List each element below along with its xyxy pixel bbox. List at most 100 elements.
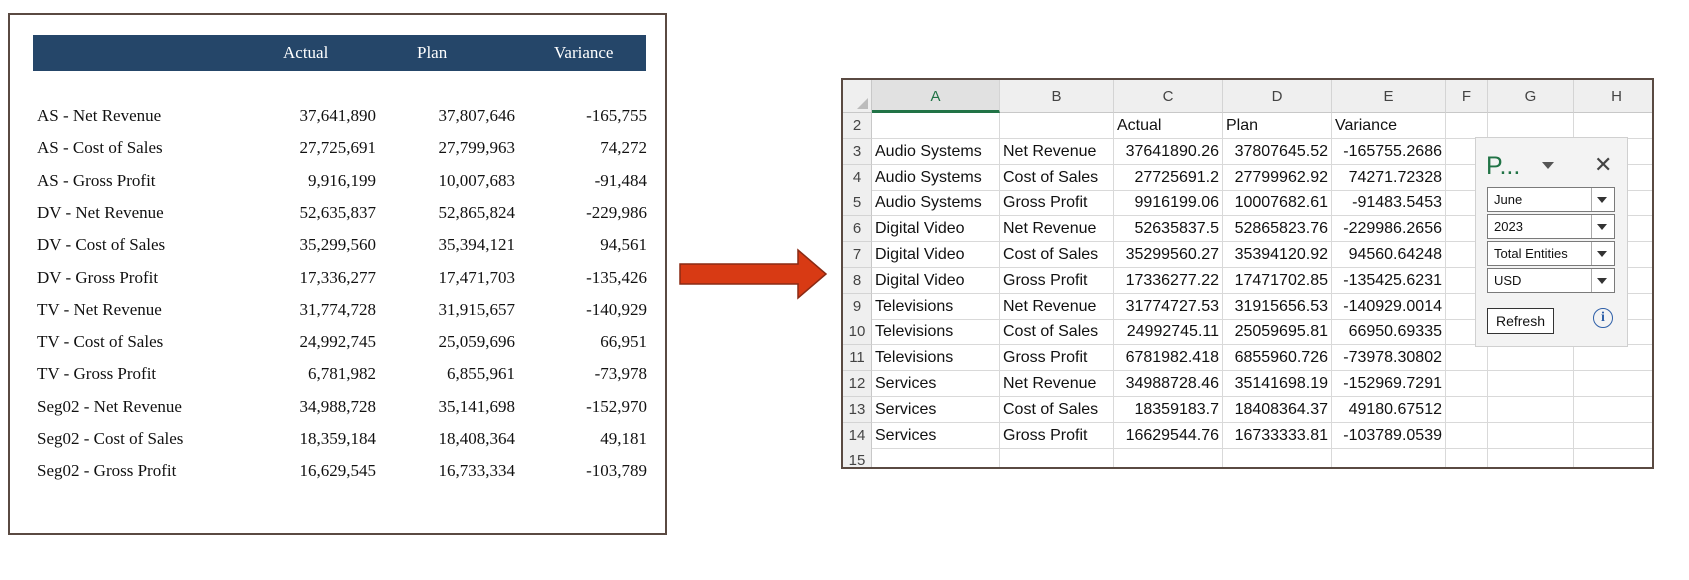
cell[interactable] — [1332, 448, 1446, 467]
cell[interactable] — [1446, 345, 1488, 372]
month-dropdown-button[interactable] — [1591, 188, 1614, 211]
cell[interactable]: 18359183.7 — [1114, 396, 1223, 423]
cell[interactable]: Televisions — [872, 293, 1000, 320]
cell[interactable]: Net Revenue — [1000, 293, 1114, 320]
cell[interactable] — [1446, 422, 1488, 449]
cell[interactable]: -91483.5453 — [1332, 190, 1446, 217]
cell[interactable] — [1446, 113, 1488, 139]
cell[interactable] — [1000, 113, 1114, 139]
cell[interactable]: 6781982.418 — [1114, 345, 1223, 372]
cell[interactable]: Services — [872, 396, 1000, 423]
row-header[interactable]: 11 — [843, 345, 872, 372]
cell[interactable]: Televisions — [872, 345, 1000, 372]
column-header-f[interactable]: F — [1446, 80, 1488, 113]
cell[interactable] — [1574, 397, 1652, 423]
column-header-c[interactable]: C — [1114, 80, 1223, 113]
cell[interactable]: Variance — [1332, 113, 1446, 139]
entity-dropdown-button[interactable] — [1591, 242, 1614, 265]
cell[interactable] — [1446, 448, 1488, 467]
cell[interactable]: 74271.72328 — [1332, 164, 1446, 191]
cell[interactable]: 25059695.81 — [1223, 319, 1332, 346]
cell[interactable]: Digital Video — [872, 242, 1000, 268]
cell[interactable]: Televisions — [872, 319, 1000, 346]
column-header-b[interactable]: B — [1000, 80, 1114, 113]
cell[interactable]: 17471702.85 — [1223, 267, 1332, 294]
cell[interactable]: 37807645.52 — [1223, 138, 1332, 165]
cell[interactable] — [1488, 396, 1574, 423]
cell[interactable]: 24992745.11 — [1114, 319, 1223, 346]
cell[interactable]: 31915656.53 — [1223, 293, 1332, 320]
cell[interactable]: 9916199.06 — [1114, 190, 1223, 217]
row-header[interactable]: 8 — [843, 267, 872, 294]
cell[interactable] — [1488, 371, 1574, 397]
currency-dropdown[interactable]: USD — [1487, 268, 1615, 293]
cell[interactable]: 27725691.2 — [1114, 164, 1223, 191]
cell[interactable] — [1574, 113, 1652, 139]
cell[interactable]: 10007682.61 — [1223, 190, 1332, 217]
cell[interactable]: Digital Video — [872, 267, 1000, 294]
refresh-button[interactable]: Refresh — [1487, 308, 1554, 334]
pane-menu-caret-icon[interactable] — [1542, 162, 1554, 169]
cell[interactable]: Actual — [1114, 113, 1223, 139]
cell[interactable]: 16629544.76 — [1114, 422, 1223, 449]
row-header[interactable]: 2 — [843, 113, 872, 139]
row-header[interactable]: 6 — [843, 216, 872, 243]
month-dropdown[interactable]: June — [1487, 187, 1615, 212]
row-header[interactable]: 14 — [843, 422, 872, 449]
info-icon[interactable]: i — [1593, 308, 1613, 328]
cell[interactable]: 35141698.19 — [1223, 371, 1332, 397]
cell[interactable]: -229986.2656 — [1332, 216, 1446, 243]
cell[interactable]: 37641890.26 — [1114, 138, 1223, 165]
row-header[interactable]: 7 — [843, 242, 872, 268]
cell[interactable]: Cost of Sales — [1000, 319, 1114, 346]
cell[interactable]: 6855960.726 — [1223, 345, 1332, 372]
cell[interactable]: 66950.69335 — [1332, 319, 1446, 346]
row-header[interactable]: 4 — [843, 164, 872, 191]
cell[interactable]: Digital Video — [872, 216, 1000, 243]
column-header-d[interactable]: D — [1223, 80, 1332, 113]
column-header-h[interactable]: H — [1574, 80, 1652, 113]
cell[interactable] — [1114, 448, 1223, 467]
cell[interactable]: 34988728.46 — [1114, 371, 1223, 397]
column-header-a[interactable]: A — [872, 80, 1000, 113]
cell[interactable]: -165755.2686 — [1332, 138, 1446, 165]
cell[interactable]: -73978.30802 — [1332, 345, 1446, 372]
cell[interactable]: -140929.0014 — [1332, 293, 1446, 320]
cell[interactable] — [1574, 345, 1652, 372]
cell[interactable]: 49180.67512 — [1332, 396, 1446, 423]
cell[interactable] — [1488, 448, 1574, 467]
cell[interactable]: Gross Profit — [1000, 422, 1114, 449]
cell[interactable]: -152969.7291 — [1332, 371, 1446, 397]
row-header[interactable]: 13 — [843, 396, 872, 423]
cell[interactable] — [1000, 448, 1114, 467]
cell[interactable]: 31774727.53 — [1114, 293, 1223, 320]
column-header-e[interactable]: E — [1332, 80, 1446, 113]
cell[interactable]: 27799962.92 — [1223, 164, 1332, 191]
cell[interactable] — [1488, 345, 1574, 372]
select-all-corner[interactable] — [843, 80, 872, 113]
cell[interactable]: Audio Systems — [872, 164, 1000, 191]
row-header[interactable]: 10 — [843, 319, 872, 346]
row-header[interactable]: 5 — [843, 190, 872, 217]
cell[interactable] — [1446, 396, 1488, 423]
cell[interactable]: 18408364.37 — [1223, 396, 1332, 423]
cell[interactable] — [872, 113, 1000, 139]
cell[interactable] — [1488, 113, 1574, 139]
row-header[interactable]: 9 — [843, 293, 872, 320]
cell[interactable]: Net Revenue — [1000, 216, 1114, 243]
cell[interactable]: 35299560.27 — [1114, 242, 1223, 268]
cell[interactable]: Gross Profit — [1000, 345, 1114, 372]
cell[interactable]: 52865823.76 — [1223, 216, 1332, 243]
pane-title[interactable]: P... — [1486, 152, 1520, 181]
cell[interactable] — [872, 448, 1000, 467]
cell[interactable]: 35394120.92 — [1223, 242, 1332, 268]
cell[interactable]: Cost of Sales — [1000, 242, 1114, 268]
cell[interactable] — [1446, 371, 1488, 397]
cell[interactable]: 94560.64248 — [1332, 242, 1446, 268]
cell[interactable]: Net Revenue — [1000, 371, 1114, 397]
cell[interactable]: -103789.0539 — [1332, 422, 1446, 449]
cell[interactable]: Cost of Sales — [1000, 164, 1114, 191]
cell[interactable]: 52635837.5 — [1114, 216, 1223, 243]
cell[interactable]: Audio Systems — [872, 138, 1000, 165]
cell[interactable] — [1223, 448, 1332, 467]
